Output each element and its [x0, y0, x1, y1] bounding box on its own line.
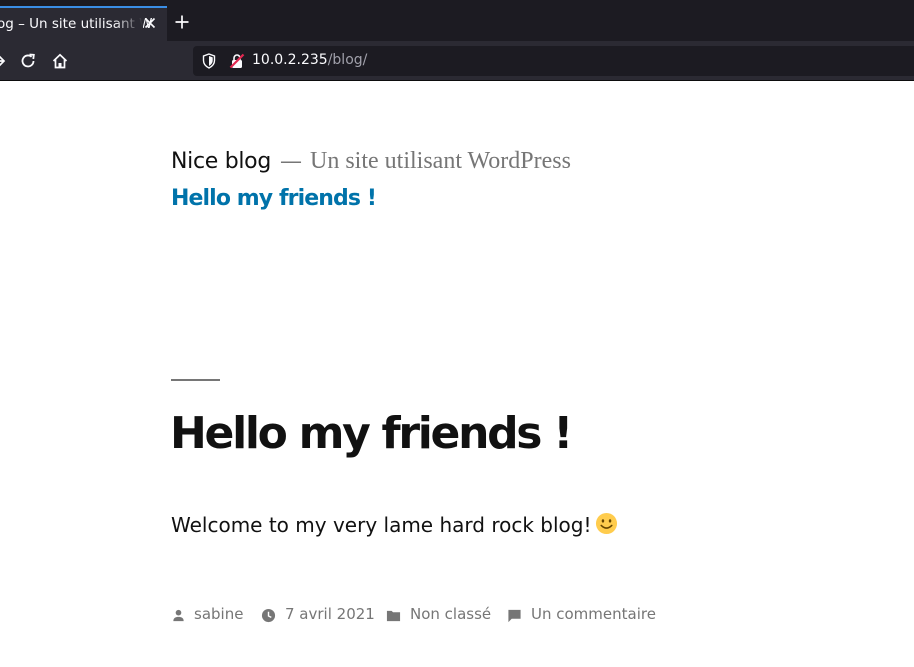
comment-icon — [508, 609, 521, 623]
browser-tab[interactable]: og – Un site utilisant W — [0, 6, 167, 41]
tab-title-fade — [113, 8, 143, 41]
post-content-text: Welcome to my very lame hard rock blog! — [171, 513, 592, 537]
person-icon — [173, 609, 184, 622]
insecure-lock-icon[interactable] — [229, 53, 245, 69]
site-description: Un site utilisant WordPress — [310, 148, 571, 174]
comments-link[interactable]: Un commentaire — [531, 605, 656, 623]
close-icon[interactable] — [142, 15, 158, 31]
url-bar[interactable]: 10.0.2.235/blog/ — [193, 46, 914, 76]
tab-bar: og – Un site utilisant W — [0, 0, 914, 41]
author-link[interactable]: sabine — [194, 605, 243, 623]
forward-arrow-icon[interactable] — [0, 54, 6, 68]
folder-icon — [386, 610, 401, 622]
site-branding: Nice blog — Un site utilisant WordPress — [171, 148, 571, 175]
post-content: Welcome to my very lame hard rock blog! — [171, 512, 618, 537]
new-tab-icon[interactable] — [174, 14, 190, 30]
home-icon[interactable] — [51, 52, 69, 70]
site-title-link[interactable]: Nice blog — [171, 149, 271, 174]
url-host: 10.0.2.235 — [252, 52, 328, 68]
date-link[interactable]: 7 avril 2021 — [285, 605, 375, 623]
category-link[interactable]: Non classé — [410, 605, 491, 623]
clock-icon — [261, 608, 276, 623]
url-path: /blog/ — [327, 52, 368, 68]
url-text[interactable]: 10.0.2.235/blog/ — [252, 52, 367, 68]
post-title[interactable]: Hello my friends ! — [170, 408, 573, 459]
smiley-icon — [596, 512, 618, 535]
menu-item-hello-my-friends[interactable]: Hello my friends ! — [171, 186, 377, 211]
nav-toolbar: 10.0.2.235/blog/ — [0, 41, 914, 81]
tracking-shield-icon[interactable] — [202, 53, 216, 69]
entry-divider — [171, 379, 220, 381]
title-separator: — — [280, 149, 302, 174]
reload-icon[interactable] — [19, 52, 37, 70]
